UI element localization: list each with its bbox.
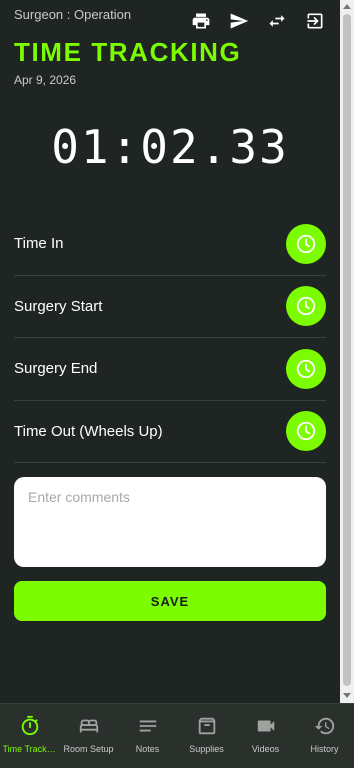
event-label: Time In bbox=[14, 235, 64, 253]
history-icon bbox=[314, 717, 334, 735]
scroll-up-arrow[interactable] bbox=[343, 4, 351, 9]
nav-item-history[interactable]: History bbox=[295, 704, 354, 768]
elapsed-timer: 01:02.33 bbox=[51, 120, 289, 174]
scroll-down-arrow[interactable] bbox=[343, 693, 351, 698]
nav-label: Supplies bbox=[189, 744, 224, 754]
print-icon bbox=[192, 13, 210, 29]
scrollbar[interactable] bbox=[340, 0, 354, 703]
event-row-surgery-end: Surgery End bbox=[14, 338, 326, 401]
scroll-thumb[interactable] bbox=[343, 14, 351, 686]
swap-icon bbox=[269, 15, 285, 27]
event-list: Time In Surgery Start Surgery End Time O… bbox=[14, 213, 326, 463]
swap-button[interactable] bbox=[258, 9, 296, 33]
nav-item-time-tracking[interactable]: Time Tracking bbox=[0, 704, 59, 768]
role-label: Surgeon : Operation bbox=[14, 7, 132, 22]
nav-item-room-setup[interactable]: Room Setup bbox=[59, 704, 118, 768]
clock-icon bbox=[296, 422, 316, 441]
event-row-surgery-start: Surgery Start bbox=[14, 276, 326, 338]
send-icon bbox=[230, 13, 249, 29]
surgery-end-clock-button[interactable] bbox=[286, 348, 326, 389]
clock-icon bbox=[296, 359, 316, 378]
comments-input[interactable] bbox=[14, 477, 326, 567]
nav-item-supplies[interactable]: Supplies bbox=[177, 704, 236, 768]
print-button[interactable] bbox=[182, 9, 220, 33]
event-label: Time Out (Wheels Up) bbox=[14, 422, 163, 440]
time-tracking-screen: Surgeon : Operation TIME TRACKING Apr 9,… bbox=[0, 0, 354, 768]
logout-icon bbox=[307, 13, 323, 29]
clock-icon bbox=[296, 297, 316, 316]
notes-icon bbox=[139, 720, 156, 732]
event-row-time-in: Time In bbox=[14, 213, 326, 276]
nav-label: Notes bbox=[135, 744, 160, 754]
nav-label: Videos bbox=[251, 744, 280, 754]
nav-label: Room Setup bbox=[63, 744, 114, 754]
nav-label: History bbox=[310, 744, 339, 754]
save-button[interactable]: SAVE bbox=[14, 581, 326, 621]
video-camera-icon bbox=[257, 720, 274, 732]
nav-item-notes[interactable]: Notes bbox=[118, 704, 177, 768]
nav-label: Time Tracking bbox=[2, 744, 57, 754]
archive-box-icon bbox=[198, 717, 215, 735]
date-label: Apr 9, 2026 bbox=[14, 73, 77, 87]
page-title: TIME TRACKING bbox=[14, 37, 242, 67]
bottom-nav: Time Tracking Room Setup Notes Supplies … bbox=[0, 703, 354, 768]
header-actions bbox=[182, 9, 334, 33]
event-label: Surgery Start bbox=[14, 297, 103, 315]
time-out-clock-button[interactable] bbox=[286, 411, 326, 452]
clock-icon bbox=[296, 234, 316, 253]
nav-item-videos[interactable]: Videos bbox=[236, 704, 295, 768]
event-row-time-out: Time Out (Wheels Up) bbox=[14, 401, 326, 463]
event-label: Surgery End bbox=[14, 360, 98, 378]
logout-button[interactable] bbox=[296, 9, 334, 33]
send-button[interactable] bbox=[220, 9, 258, 33]
time-in-clock-button[interactable] bbox=[286, 223, 326, 264]
surgery-start-clock-button[interactable] bbox=[286, 286, 326, 327]
bed-icon bbox=[79, 719, 98, 733]
stopwatch-icon bbox=[21, 715, 38, 736]
